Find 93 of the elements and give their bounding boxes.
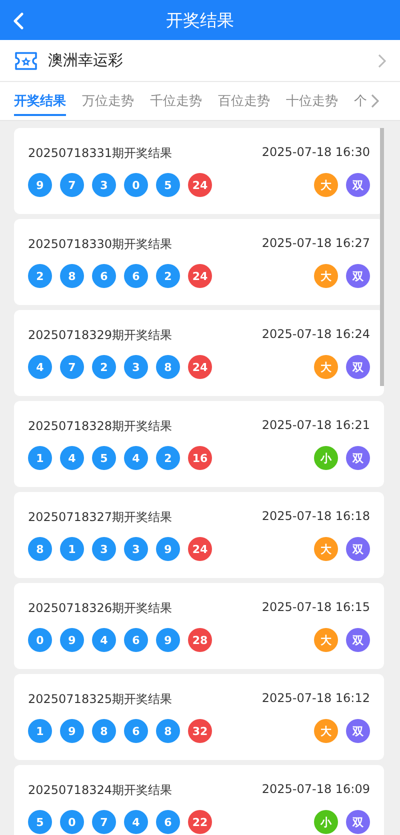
tab[interactable]: 个 [354,86,367,116]
number-ball: 0 [60,810,84,834]
number-ball: 1 [28,719,52,743]
number-ball: 2 [92,355,116,379]
result-tag: 大 [314,173,338,197]
tab[interactable]: 开奖结果 [14,86,66,116]
number-ball: 6 [124,264,148,288]
result-tag: 双 [346,537,370,561]
draw-time: 2025-07-18 16:30 [262,145,370,161]
number-ball: 8 [156,719,180,743]
result-tag: 双 [346,446,370,470]
number-ball: 7 [60,355,84,379]
number-ball: 7 [60,173,84,197]
result-tag: 双 [346,264,370,288]
number-ball: 4 [124,810,148,834]
result-tag: 大 [314,537,338,561]
draw-time: 2025-07-18 16:09 [262,782,370,798]
ticket-icon [14,50,38,70]
number-ball: 3 [124,355,148,379]
issue-label: 20250718325期开奖结果 [28,691,172,708]
number-ball: 4 [60,446,84,470]
number-ball: 0 [124,173,148,197]
draw-time: 2025-07-18 16:24 [262,327,370,343]
number-ball: 4 [28,355,52,379]
issue-label: 20250718328期开奖结果 [28,418,172,435]
sum-ball: 16 [188,446,212,470]
number-ball: 8 [28,537,52,561]
result-tag: 小 [314,446,338,470]
number-ball: 9 [156,537,180,561]
number-ball: 4 [92,628,116,652]
sum-ball: 28 [188,628,212,652]
issue-label: 20250718326期开奖结果 [28,600,172,617]
draw-time: 2025-07-18 16:12 [262,691,370,707]
sum-ball: 24 [188,173,212,197]
number-ball: 2 [28,264,52,288]
lottery-selector[interactable]: 澳洲幸运彩 [0,40,400,82]
number-ball: 3 [124,537,148,561]
number-ball: 9 [28,173,52,197]
sum-ball: 22 [188,810,212,834]
number-ball: 8 [156,355,180,379]
number-ball: 9 [60,719,84,743]
number-ball: 4 [124,446,148,470]
issue-label: 20250718327期开奖结果 [28,509,172,526]
draw-time: 2025-07-18 16:21 [262,418,370,434]
number-ball: 2 [156,446,180,470]
result-tag: 双 [346,355,370,379]
issue-label: 20250718329期开奖结果 [28,327,172,344]
tab[interactable]: 十位走势 [286,86,338,116]
number-ball: 2 [156,264,180,288]
number-ball: 3 [92,537,116,561]
number-ball: 5 [28,810,52,834]
result-tag: 小 [314,810,338,834]
number-ball: 1 [28,446,52,470]
result-tag: 双 [346,719,370,743]
number-ball: 9 [156,628,180,652]
lottery-name: 澳洲幸运彩 [48,51,124,70]
number-ball: 3 [92,173,116,197]
number-ball: 8 [60,264,84,288]
tab[interactable]: 百位走势 [218,86,270,116]
draw-time: 2025-07-18 16:15 [262,600,370,616]
back-icon [12,12,24,30]
number-ball: 0 [28,628,52,652]
tab[interactable]: 万位走势 [82,86,134,116]
chevron-right-icon[interactable] [371,94,379,108]
sum-ball: 24 [188,537,212,561]
issue-label: 20250718330期开奖结果 [28,236,172,253]
number-ball: 5 [92,446,116,470]
issue-label: 20250718324期开奖结果 [28,782,172,799]
number-ball: 8 [92,719,116,743]
chevron-right-icon [378,54,386,68]
number-ball: 6 [156,810,180,834]
result-tag: 大 [314,355,338,379]
sum-ball: 32 [188,719,212,743]
number-ball: 7 [92,810,116,834]
sum-ball: 24 [188,264,212,288]
number-ball: 5 [156,173,180,197]
number-ball: 6 [124,719,148,743]
number-ball: 1 [60,537,84,561]
result-tag: 大 [314,628,338,652]
tab[interactable]: 千位走势 [150,86,202,116]
issue-label: 20250718331期开奖结果 [28,145,172,162]
result-tag: 双 [346,810,370,834]
result-tag: 双 [346,628,370,652]
number-ball: 9 [60,628,84,652]
result-tag: 双 [346,173,370,197]
draw-time: 2025-07-18 16:18 [262,509,370,525]
number-ball: 6 [124,628,148,652]
draw-time: 2025-07-18 16:27 [262,236,370,252]
result-tag: 大 [314,264,338,288]
page-title: 开奖结果 [166,10,234,32]
number-ball: 6 [92,264,116,288]
sum-ball: 24 [188,355,212,379]
result-tag: 大 [314,719,338,743]
